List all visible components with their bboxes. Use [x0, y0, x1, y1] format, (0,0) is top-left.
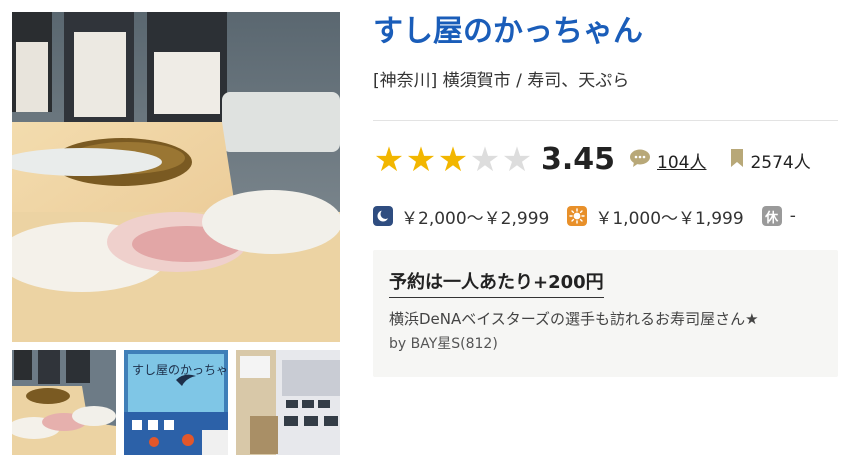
- star-icon: ★: [373, 140, 405, 180]
- bookmark-icon: [730, 148, 744, 172]
- save-count: 2574人: [750, 152, 811, 173]
- restaurant-name[interactable]: すし屋のかっちゃん: [373, 12, 643, 52]
- rating-score: 3.45: [541, 142, 616, 177]
- moon-icon: [373, 206, 393, 226]
- restaurant-card: すし屋のかっちゃん すし屋のかっちゃん [神奈川] 横須賀市 / 寿司、天ぷら …: [0, 0, 854, 471]
- main-photo[interactable]: [12, 12, 340, 342]
- lunch-price: ￥1,000～￥1,999: [595, 208, 744, 229]
- area-genre: [神奈川] 横須賀市 / 寿司、天ぷら: [373, 71, 630, 91]
- promo-box[interactable]: 予約は一人あたり+200円 横浜DeNAベイスターズの選手も訪れるお寿司屋さん★…: [373, 250, 838, 377]
- sun-icon: [567, 206, 588, 226]
- promo-description: 横浜DeNAベイスターズの選手も訪れるお寿司屋さん★: [389, 310, 759, 328]
- holiday-value: -: [789, 206, 796, 226]
- review-link[interactable]: 104人: [629, 148, 706, 173]
- save-count-block: 2574人: [730, 148, 811, 173]
- review-count[interactable]: 104人: [657, 148, 706, 173]
- divider: [373, 120, 838, 121]
- dinner-price: ￥2,000～￥2,999: [401, 208, 550, 229]
- holiday-badge: 休: [761, 206, 782, 226]
- star-icon: ★: [469, 140, 501, 180]
- promo-byline: by BAY星S(812): [389, 336, 498, 352]
- thumb-sign-text: すし屋のかっちゃん: [132, 363, 228, 377]
- photo-thumbnail-3[interactable]: [236, 350, 340, 455]
- price-row: ￥2,000～￥2,999 ￥1,000～￥1,999 休 -: [373, 202, 796, 230]
- rating-row: ★ ★ ★ ★ ★ 3.45 104人 2574人: [373, 140, 811, 180]
- photo-thumbnail-2[interactable]: すし屋のかっちゃん: [124, 350, 228, 455]
- rating-stars: ★ ★ ★ ★ ★: [373, 140, 533, 180]
- photo-thumbnail-1[interactable]: [12, 350, 116, 455]
- promo-title[interactable]: 予約は一人あたり+200円: [389, 268, 604, 298]
- speech-bubble-icon: [629, 148, 651, 172]
- star-icon: ★: [405, 140, 437, 180]
- star-icon: ★: [501, 140, 533, 180]
- star-icon: ★: [437, 140, 469, 180]
